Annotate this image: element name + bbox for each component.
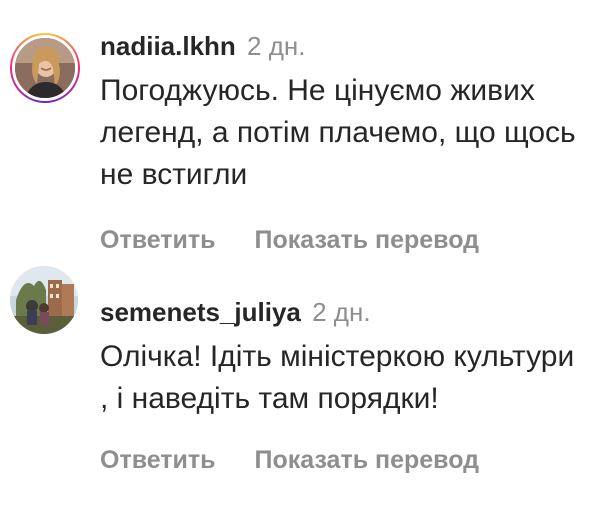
comment-text: Олічка! Ідіть міністеркою культури , і н… bbox=[100, 340, 575, 415]
username-link[interactable]: semenets_juliya bbox=[100, 297, 301, 327]
show-translation-button[interactable]: Показать перевод bbox=[254, 226, 479, 254]
comment-actions: Ответить Показать перевод bbox=[100, 226, 586, 255]
reply-button[interactable]: Ответить bbox=[100, 226, 216, 254]
comment-time: 2 дн. bbox=[247, 31, 306, 61]
comment-actions: Ответить Показать перевод bbox=[100, 446, 586, 475]
comment-meta: nadiia.lkhn 2 дн. bbox=[100, 30, 586, 62]
avatar[interactable] bbox=[10, 33, 80, 103]
comment-text: Погоджуюсь. Не цінуємо живих легенд, а п… bbox=[100, 74, 576, 191]
comment-body: nadiia.lkhn 2 дн. Погоджуюсь. Не цінуємо… bbox=[100, 30, 586, 255]
username-link[interactable]: nadiia.lkhn bbox=[100, 31, 236, 61]
avatar-image-icon bbox=[15, 38, 75, 98]
comment-time: 2 дн. bbox=[312, 297, 371, 327]
reply-button[interactable]: Ответить bbox=[100, 446, 216, 474]
comment-meta: semenets_juliya 2 дн. bbox=[100, 296, 586, 328]
story-ring bbox=[10, 33, 80, 103]
avatar-image-icon bbox=[10, 266, 78, 334]
show-translation-button[interactable]: Показать перевод bbox=[254, 446, 479, 474]
comment-body: semenets_juliya 2 дн. Олічка! Ідіть міні… bbox=[100, 296, 586, 475]
avatar[interactable] bbox=[10, 266, 78, 334]
avatar-photo bbox=[12, 35, 78, 101]
